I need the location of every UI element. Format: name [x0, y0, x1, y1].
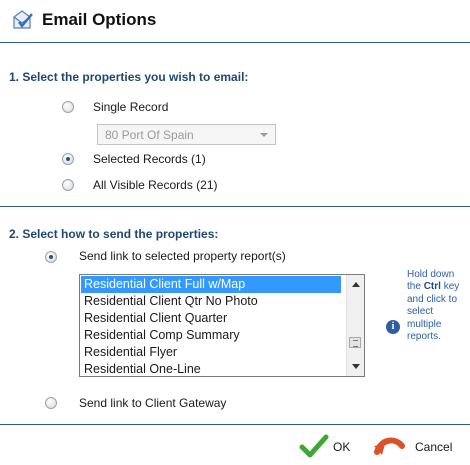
- cancel-button-label: Cancel: [415, 440, 453, 454]
- scroll-thumb[interactable]: [349, 337, 361, 348]
- send-gateway-link-radio[interactable]: [45, 397, 57, 409]
- section-divider: [0, 206, 470, 207]
- all-visible-records-radio[interactable]: [62, 179, 74, 191]
- info-icon: i: [386, 320, 400, 334]
- scroll-down-icon[interactable]: [352, 364, 360, 369]
- section1-title: 1. Select the properties you wish to ema…: [9, 70, 249, 84]
- dialog-title: Email Options: [42, 10, 157, 29]
- record-select[interactable]: 80 Port Of Spain: [97, 124, 276, 145]
- all-visible-records-label[interactable]: All Visible Records (21): [93, 178, 218, 192]
- ok-button-label: OK: [333, 440, 351, 454]
- chevron-down-icon: [260, 133, 268, 137]
- report-option[interactable]: Residential Comp Summary: [81, 327, 341, 344]
- listbox-scrollbar[interactable]: [346, 275, 364, 376]
- selected-records-radio[interactable]: [62, 153, 74, 165]
- record-select-value: 80 Port Of Spain: [105, 128, 194, 142]
- report-option[interactable]: Residential Flyer: [81, 344, 341, 361]
- checkmark-icon: [299, 434, 329, 458]
- send-report-link-radio[interactable]: [45, 251, 57, 263]
- report-option[interactable]: Residential Client Full w/Map: [81, 276, 341, 293]
- report-option[interactable]: Residential Client Quarter: [81, 310, 341, 327]
- multi-select-hint: Hold down the Ctrl key and click to sele…: [407, 269, 463, 343]
- footer-divider: [0, 424, 470, 425]
- ok-button[interactable]: OK: [299, 434, 361, 458]
- cancel-button[interactable]: Cancel: [373, 434, 465, 458]
- reports-listbox[interactable]: Residential Client Full w/Map Residentia…: [79, 274, 365, 377]
- report-option[interactable]: Residential Client Qtr No Photo: [81, 293, 341, 310]
- dialog-header: Email Options: [0, 0, 470, 40]
- hint-key: Ctrl: [423, 281, 441, 293]
- single-record-label[interactable]: Single Record: [93, 100, 168, 114]
- undo-arrow-icon: [374, 437, 405, 455]
- section2-title: 2. Select how to send the properties:: [9, 227, 219, 241]
- report-option[interactable]: Residential One-Line: [81, 361, 341, 376]
- scroll-up-icon[interactable]: [352, 282, 360, 287]
- email-checkmark-icon: [13, 10, 33, 29]
- header-divider: [0, 42, 470, 43]
- selected-records-label[interactable]: Selected Records (1): [93, 152, 206, 166]
- send-gateway-link-label[interactable]: Send link to Client Gateway: [79, 396, 226, 410]
- send-report-link-label[interactable]: Send link to selected property report(s): [79, 249, 286, 263]
- single-record-radio[interactable]: [62, 101, 74, 113]
